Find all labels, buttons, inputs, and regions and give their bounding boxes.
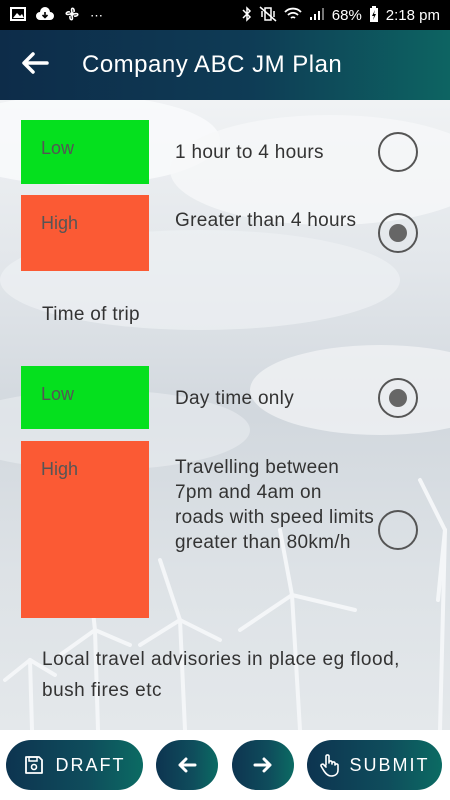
bottom-toolbar: DRAFT SUBMIT <box>0 730 450 800</box>
hand-pointer-icon <box>319 753 340 777</box>
option-label: Greater than 4 hours <box>175 210 357 231</box>
option-label: 1 hour to 4 hours <box>175 142 324 163</box>
option-radio-selected[interactable] <box>378 213 418 253</box>
battery-percent: 68% <box>331 6 362 24</box>
status-bar: ⋯ 68% 2:18 pm <box>0 0 450 30</box>
back-button[interactable] <box>0 30 70 100</box>
option-label: Travelling between 7pm and 4am on roads … <box>175 457 375 553</box>
submit-button[interactable]: SUBMIT <box>307 740 442 790</box>
save-icon <box>24 755 44 775</box>
more-notifications-icon: ⋯ <box>90 7 103 23</box>
option-radio-selected[interactable] <box>378 378 418 418</box>
risk-level-high: High <box>21 195 149 271</box>
arrow-left-icon <box>177 757 197 773</box>
risk-level-low: Low <box>21 366 149 429</box>
cloud-download-icon <box>36 7 54 23</box>
image-icon <box>10 7 26 23</box>
option-row: Low 1 hour to 4 hours <box>0 120 450 184</box>
option-row: High Greater than 4 hours <box>0 195 450 271</box>
app-header: Company ABC JM Plan <box>0 30 450 100</box>
risk-level-low: Low <box>21 120 149 184</box>
fan-icon <box>64 6 80 24</box>
draft-button[interactable]: DRAFT <box>6 740 143 790</box>
submit-label: SUBMIT <box>349 754 430 775</box>
form-content[interactable]: Low 1 hour to 4 hours High Greater than … <box>0 100 450 730</box>
option-radio[interactable] <box>378 510 418 550</box>
clock: 2:18 pm <box>385 6 440 24</box>
question-label: Time of trip <box>42 304 140 325</box>
option-radio[interactable] <box>378 132 418 172</box>
signal-icon <box>309 7 325 23</box>
battery-charging-icon <box>369 5 379 25</box>
next-button[interactable] <box>232 740 294 790</box>
arrow-left-icon <box>21 51 49 79</box>
risk-level-high: High <box>21 441 149 618</box>
option-label: Day time only <box>175 388 294 409</box>
question-label: Local travel advisories in place eg floo… <box>42 649 400 701</box>
page-title: Company ABC JM Plan <box>82 51 343 78</box>
draft-label: DRAFT <box>55 754 126 775</box>
vibrate-mute-icon <box>259 6 277 24</box>
option-row: High Travelling between 7pm and 4am on r… <box>0 441 450 618</box>
wifi-icon <box>284 7 302 23</box>
arrow-right-icon <box>253 757 273 773</box>
previous-button[interactable] <box>156 740 218 790</box>
bluetooth-icon <box>242 6 252 24</box>
option-row: Low Day time only <box>0 366 450 429</box>
